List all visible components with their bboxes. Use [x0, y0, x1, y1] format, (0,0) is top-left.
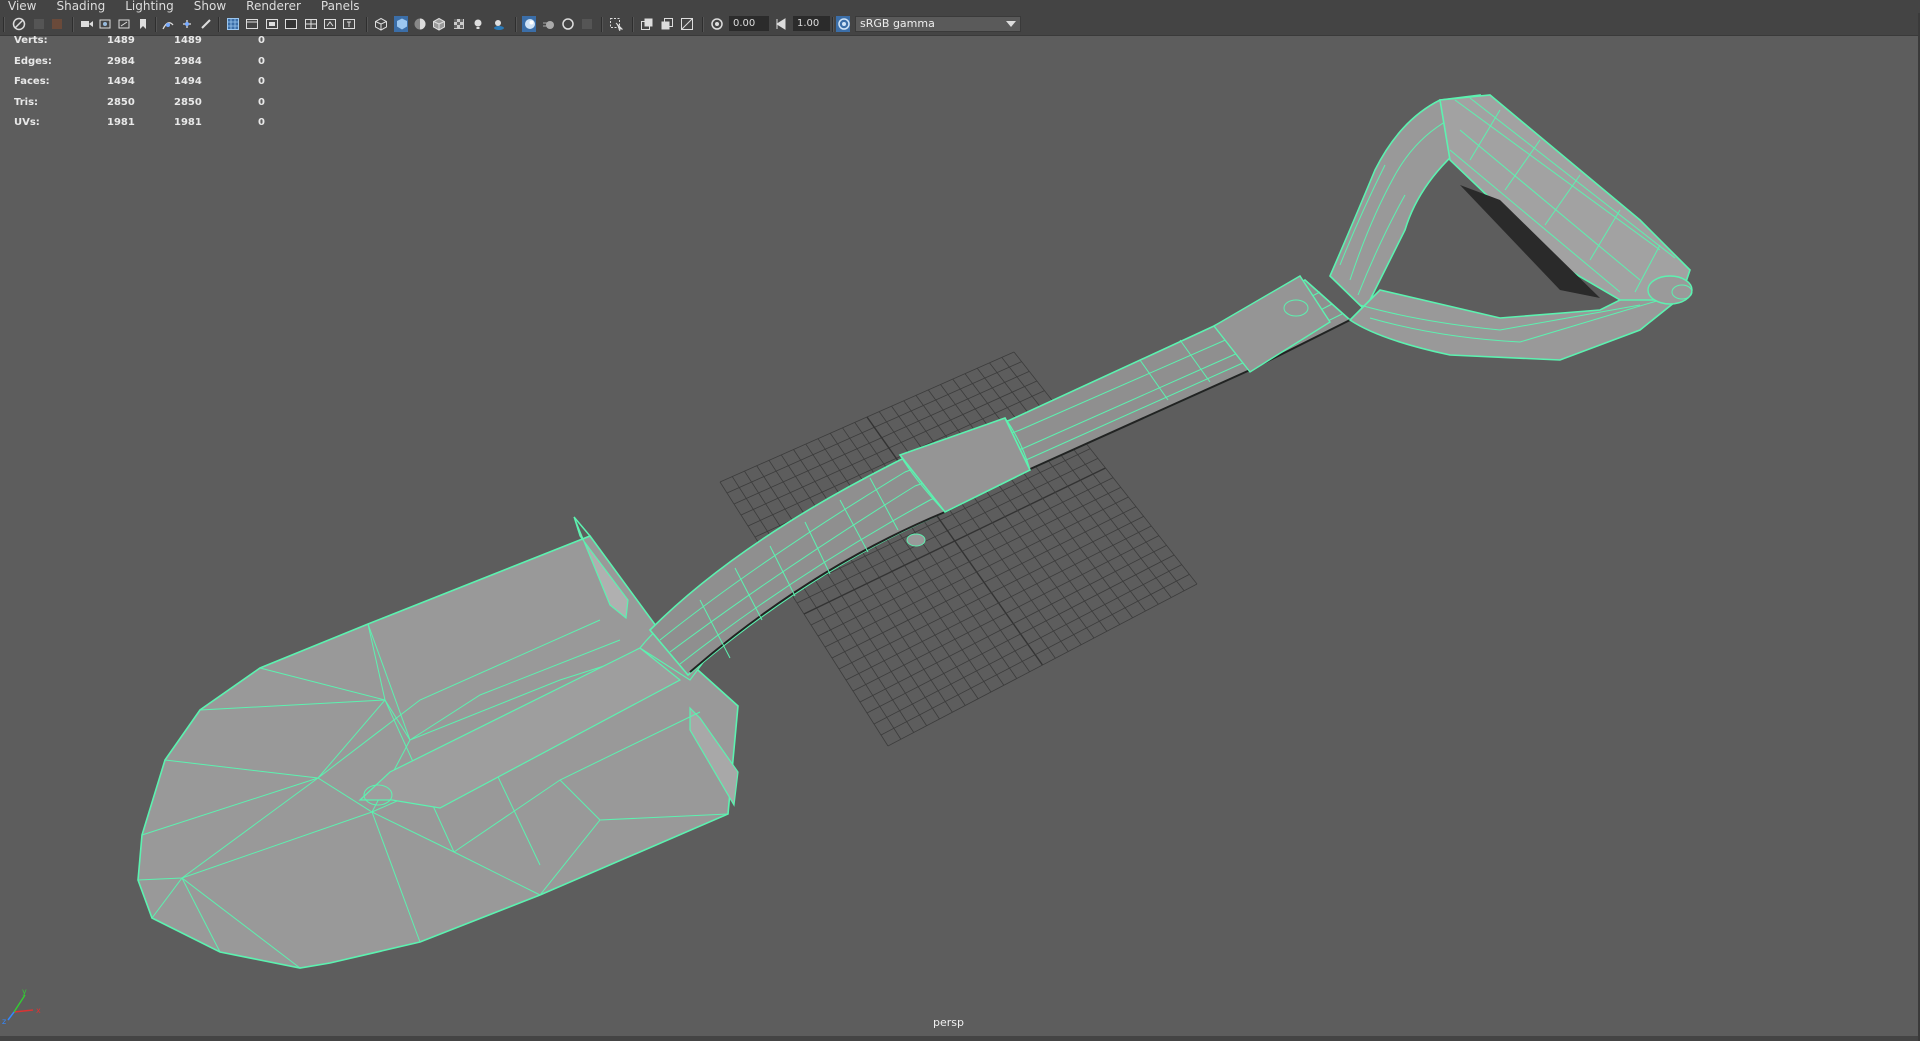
smooth-shade-icon[interactable]: [394, 16, 408, 32]
menu-renderer[interactable]: Renderer: [246, 0, 301, 13]
anti-aliasing-icon[interactable]: [561, 17, 575, 31]
hud-value: 1494: [174, 76, 202, 87]
chevron-down-icon[interactable]: [1002, 16, 1020, 32]
svg-text:x: x: [36, 1006, 41, 1015]
safe-action-icon[interactable]: [323, 17, 337, 31]
xray-joints-icon[interactable]: [660, 17, 674, 31]
bookmark-flag-icon[interactable]: [136, 17, 150, 31]
menu-panels[interactable]: Panels: [321, 0, 360, 13]
bookmark-icon[interactable]: [50, 17, 64, 31]
menu-shading[interactable]: Shading: [56, 0, 105, 13]
hud-value: 0: [258, 76, 265, 87]
viewport-bottom-border: [0, 1036, 1920, 1041]
hud-value: 2850: [107, 96, 135, 108]
textured-icon[interactable]: [452, 17, 466, 31]
default-material-icon[interactable]: [413, 17, 427, 31]
menu-show[interactable]: Show: [194, 0, 226, 13]
svg-text:y: y: [22, 987, 27, 996]
hud-value: 1489: [107, 35, 135, 46]
hud-value: 1981: [107, 117, 135, 128]
pencil-icon[interactable]: [199, 17, 213, 31]
grease-pencil-icon[interactable]: [117, 17, 131, 31]
menu-bar: View Shading Lighting Show Renderer Pane…: [0, 0, 1920, 13]
hud-value: 0: [258, 117, 265, 128]
camera-attributes-icon[interactable]: [32, 17, 46, 31]
isolate-select-icon[interactable]: [609, 17, 623, 31]
hud-value: 2850: [174, 96, 202, 108]
grid-icon[interactable]: [226, 17, 240, 31]
depth-of-field-icon[interactable]: [580, 17, 594, 31]
camera-name-label: persp: [933, 1016, 964, 1029]
lights-icon[interactable]: [471, 17, 485, 31]
color-management-icon[interactable]: [836, 16, 850, 32]
hud-value: 0: [258, 35, 265, 46]
snap-point-icon[interactable]: [180, 17, 194, 31]
hud-value: 1489: [174, 35, 202, 46]
poly-count-hud: Verts: 1489 1489 0 Edges: 2984 2984 0 Fa…: [0, 35, 280, 138]
snap-curve-icon[interactable]: [161, 17, 175, 31]
resolution-gate-icon[interactable]: [265, 17, 279, 31]
panel-toolbar: 0.00 1.00 sRGB gamma: [0, 13, 1920, 36]
exposure-icon[interactable]: [710, 17, 724, 31]
field-chart-icon[interactable]: [304, 17, 318, 31]
hud-label: Verts:: [14, 35, 48, 46]
hud-value: 0: [258, 96, 265, 108]
menu-lighting[interactable]: Lighting: [125, 0, 174, 13]
select-camera-icon[interactable]: [12, 17, 26, 31]
hud-value: 0: [258, 55, 265, 67]
xray-icon[interactable]: [640, 17, 654, 31]
gate-mask-icon[interactable]: [284, 17, 298, 31]
gamma-icon[interactable]: [774, 17, 788, 31]
wireframe-icon[interactable]: [374, 17, 388, 31]
exposure-field[interactable]: 0.00: [729, 16, 769, 31]
2d-pan-zoom-icon[interactable]: [98, 17, 112, 31]
hud-row-tris: Tris: 2850 2850 0: [0, 97, 280, 118]
wireframe-on-shaded-icon[interactable]: [432, 17, 446, 31]
hud-label: Faces:: [14, 76, 50, 87]
hud-row-uvs: UVs: 1981 1981 0: [0, 117, 280, 138]
hud-row-edges: Edges: 2984 2984 0: [0, 56, 280, 77]
shadows-icon[interactable]: [491, 17, 505, 31]
hud-row-verts: Verts: 1489 1489 0: [0, 35, 280, 56]
image-plane-icon[interactable]: [80, 17, 94, 31]
hud-label: Edges:: [14, 55, 52, 67]
color-space-dropdown[interactable]: sRGB gamma: [855, 16, 1021, 32]
backface-culling-icon[interactable]: [680, 17, 694, 31]
hud-value: 2984: [107, 55, 135, 67]
film-gate-icon[interactable]: [245, 17, 259, 31]
hud-value: 2984: [174, 55, 202, 67]
safe-title-icon[interactable]: [342, 17, 356, 31]
screen-space-ao-icon[interactable]: [522, 16, 536, 32]
hud-label: UVs:: [14, 117, 40, 128]
svg-text:z: z: [2, 1017, 6, 1026]
hud-value: 1494: [107, 76, 135, 87]
menu-view[interactable]: View: [8, 0, 36, 13]
viewport-3d[interactable]: x y z: [0, 36, 1920, 1036]
hud-value: 1981: [174, 117, 202, 128]
hud-label: Tris:: [14, 96, 39, 108]
hud-row-faces: Faces: 1494 1494 0: [0, 76, 280, 97]
motion-blur-icon[interactable]: [542, 17, 556, 31]
gamma-field[interactable]: 1.00: [793, 16, 830, 31]
